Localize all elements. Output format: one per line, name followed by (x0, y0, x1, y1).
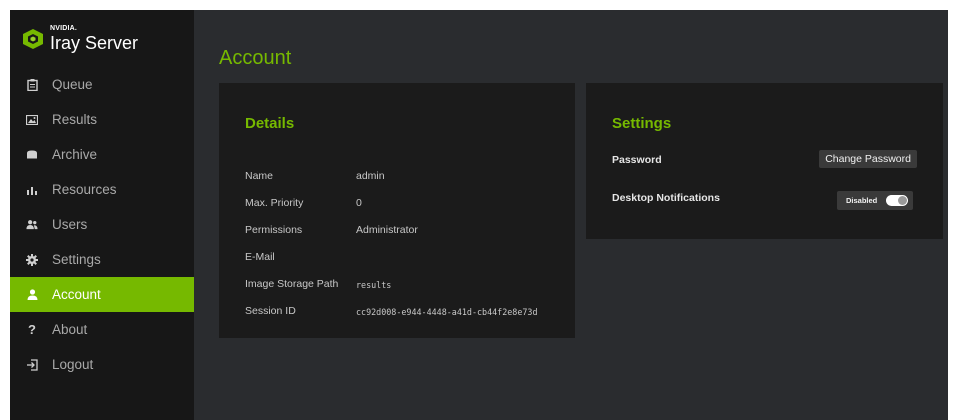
sidebar-item-label: Results (52, 112, 98, 127)
gear-icon (26, 253, 38, 266)
bar-chart-icon (26, 184, 38, 196)
sidebar-item-archive[interactable]: Archive (10, 137, 194, 172)
max-priority-label: Max. Priority (245, 197, 304, 209)
users-icon (26, 219, 38, 231)
logo: NVIDIA. Iray Server (22, 22, 160, 56)
page-title: Account (219, 47, 292, 69)
toggle-switch (886, 195, 908, 206)
app-window: NVIDIA. Iray Server Queue Results Archiv… (10, 10, 948, 420)
sidebar-item-settings[interactable]: Settings (10, 242, 194, 277)
sidebar-item-account[interactable]: Account (10, 277, 194, 312)
sidebar-item-label: About (52, 322, 88, 337)
change-password-button[interactable]: Change Password (819, 150, 917, 168)
sidebar-nav: Queue Results Archive Resources Users Se… (10, 67, 194, 382)
desktop-notifications-toggle[interactable]: Disabled (837, 191, 913, 210)
logo-product: Iray Server (50, 33, 139, 53)
toggle-state-label: Disabled (846, 196, 878, 205)
details-title: Details (245, 115, 295, 132)
sidebar-item-about[interactable]: ? About (10, 312, 194, 347)
name-value: admin (356, 170, 385, 182)
email-label: E-Mail (245, 251, 275, 263)
logo-text: NVIDIA. Iray Server (50, 22, 160, 56)
session-id-value: cc92d008-e944-4448-a41d-cb44f2e8e73d (356, 307, 538, 317)
image-storage-path-value: results (356, 280, 392, 290)
sidebar-item-label: Users (52, 217, 88, 232)
permissions-label: Permissions (245, 224, 303, 236)
sidebar-item-users[interactable]: Users (10, 207, 194, 242)
sidebar-item-label: Queue (52, 77, 93, 92)
sidebar-item-resources[interactable]: Resources (10, 172, 194, 207)
logout-icon (26, 358, 38, 371)
logo-company: NVIDIA. (50, 25, 78, 32)
clipboard-icon (26, 78, 38, 91)
sidebar-item-queue[interactable]: Queue (10, 67, 194, 102)
sidebar-item-logout[interactable]: Logout (10, 347, 194, 382)
archive-icon (26, 149, 38, 161)
settings-card: Settings Password Change Password Deskto… (586, 83, 943, 239)
nvidia-logo-icon (22, 28, 44, 50)
question-icon: ? (28, 322, 36, 337)
details-card: Details Name admin Max. Priority 0 Permi… (219, 83, 575, 338)
user-icon (26, 289, 38, 301)
sidebar-item-results[interactable]: Results (10, 102, 194, 137)
sidebar-item-label: Account (52, 287, 101, 302)
image-storage-path-label: Image Storage Path (245, 278, 339, 290)
permissions-value: Administrator (356, 224, 418, 236)
sidebar-item-label: Resources (52, 182, 117, 197)
desktop-notifications-label: Desktop Notifications (612, 192, 720, 204)
sidebar-item-label: Settings (52, 252, 101, 267)
name-label: Name (245, 170, 274, 182)
image-icon (26, 114, 38, 126)
password-label: Password (612, 154, 662, 166)
sidebar-item-label: Archive (52, 147, 98, 162)
sidebar: NVIDIA. Iray Server Queue Results Archiv… (10, 10, 194, 420)
settings-title: Settings (612, 115, 672, 132)
max-priority-value: 0 (356, 197, 362, 209)
session-id-label: Session ID (245, 305, 296, 317)
sidebar-item-label: Logout (52, 357, 94, 372)
toggle-knob (898, 196, 907, 205)
